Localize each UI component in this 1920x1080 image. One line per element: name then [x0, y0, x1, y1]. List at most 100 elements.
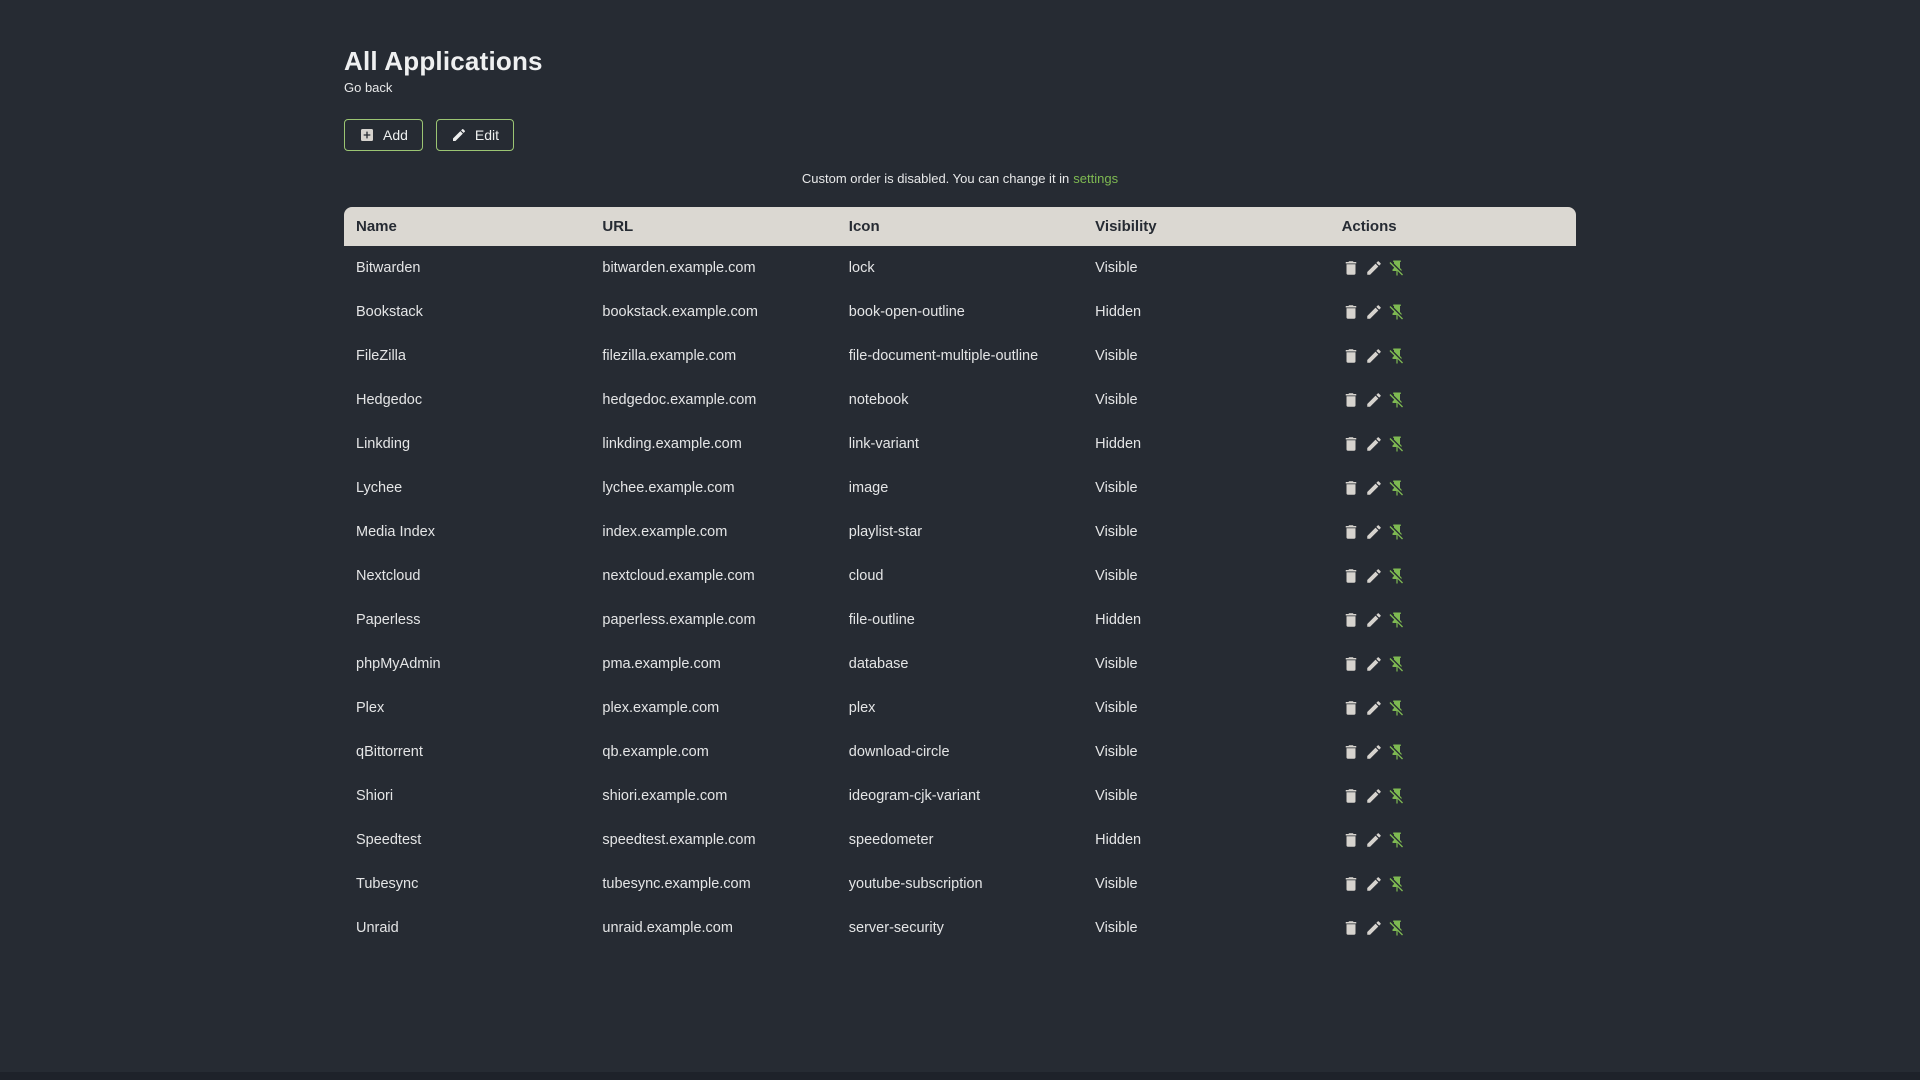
delete-icon[interactable] — [1342, 479, 1360, 497]
app-url-cell: unraid.example.com — [602, 920, 733, 936]
app-url-cell: hedgedoc.example.com — [602, 392, 757, 408]
pin-off-icon[interactable] — [1388, 347, 1406, 365]
app-visibility-cell: Visible — [1095, 348, 1138, 364]
table-row: Speedtest speedtest.example.com speedome… — [344, 818, 1576, 862]
delete-icon[interactable] — [1342, 567, 1360, 585]
app-actions-cell — [1330, 906, 1576, 950]
pin-off-icon[interactable] — [1388, 435, 1406, 453]
app-actions-cell — [1330, 774, 1576, 818]
app-name-cell: Lychee — [356, 480, 403, 496]
app-name-cell: Bookstack — [356, 304, 423, 320]
edit-icon[interactable] — [1365, 391, 1383, 409]
column-header-icon: Icon — [836, 207, 1084, 246]
settings-link[interactable]: settings — [1073, 171, 1118, 186]
delete-icon[interactable] — [1342, 611, 1360, 629]
pin-off-icon[interactable] — [1388, 743, 1406, 761]
app-icon-cell: youtube-subscription — [848, 876, 983, 892]
app-actions-cell — [1330, 466, 1576, 510]
pin-off-icon[interactable] — [1388, 875, 1406, 893]
app-icon-cell: speedometer — [848, 832, 934, 848]
delete-icon[interactable] — [1342, 831, 1360, 849]
pin-off-icon[interactable] — [1388, 919, 1406, 937]
pin-off-icon[interactable] — [1388, 831, 1406, 849]
app-actions-cell — [1330, 598, 1576, 642]
edit-icon[interactable] — [1365, 303, 1383, 321]
app-url-cell: plex.example.com — [602, 700, 720, 716]
delete-icon[interactable] — [1342, 743, 1360, 761]
delete-icon[interactable] — [1342, 699, 1360, 717]
table-row: Tubesync tubesync.example.com youtube-su… — [344, 862, 1576, 906]
pin-off-icon[interactable] — [1388, 567, 1406, 585]
table-row: phpMyAdmin pma.example.com database Visi… — [344, 642, 1576, 686]
pin-off-icon[interactable] — [1388, 655, 1406, 673]
edit-icon[interactable] — [1365, 435, 1383, 453]
edit-icon[interactable] — [1365, 919, 1383, 937]
pin-off-icon[interactable] — [1388, 699, 1406, 717]
delete-icon[interactable] — [1342, 919, 1360, 937]
app-actions-cell — [1330, 246, 1576, 290]
delete-icon[interactable] — [1342, 523, 1360, 541]
pin-off-icon[interactable] — [1388, 259, 1406, 277]
app-url-cell: nextcloud.example.com — [602, 568, 755, 584]
app-visibility-cell: Hidden — [1095, 612, 1142, 628]
column-header-url: URL — [590, 207, 837, 246]
edit-icon[interactable] — [1365, 743, 1383, 761]
delete-icon[interactable] — [1342, 655, 1360, 673]
delete-icon[interactable] — [1342, 435, 1360, 453]
edit-icon[interactable] — [1365, 787, 1383, 805]
edit-icon[interactable] — [1365, 347, 1383, 365]
app-url-cell: speedtest.example.com — [602, 832, 756, 848]
edit-icon[interactable] — [1365, 567, 1383, 585]
app-url-cell: index.example.com — [602, 524, 728, 540]
pin-off-icon[interactable] — [1388, 787, 1406, 805]
delete-icon[interactable] — [1342, 259, 1360, 277]
delete-icon[interactable] — [1342, 787, 1360, 805]
pin-off-icon[interactable] — [1388, 611, 1406, 629]
edit-icon[interactable] — [1365, 259, 1383, 277]
app-visibility-cell: Visible — [1095, 524, 1138, 540]
app-icon-cell: file-document-multiple-outline — [848, 348, 1039, 364]
table-row: Paperless paperless.example.com file-out… — [344, 598, 1576, 642]
edit-icon[interactable] — [1365, 611, 1383, 629]
edit-icon[interactable] — [1365, 699, 1383, 717]
go-back-link[interactable]: Go back — [344, 80, 392, 95]
app-name-cell: qBittorrent — [356, 744, 423, 760]
edit-icon[interactable] — [1365, 523, 1383, 541]
app-url-cell: bookstack.example.com — [602, 304, 758, 320]
app-icon-cell: playlist-star — [848, 524, 923, 540]
app-url-cell: linkding.example.com — [602, 436, 742, 452]
app-icon-cell: cloud — [848, 568, 884, 584]
app-actions-cell — [1330, 334, 1576, 378]
edit-button-label: Edit — [474, 127, 500, 143]
edit-icon[interactable] — [1365, 875, 1383, 893]
app-name-cell: Paperless — [356, 612, 421, 628]
table-row: Plex plex.example.com plex Visible — [344, 686, 1576, 730]
delete-icon[interactable] — [1342, 875, 1360, 893]
app-actions-cell — [1330, 730, 1576, 774]
edit-icon[interactable] — [1365, 479, 1383, 497]
pin-off-icon[interactable] — [1388, 391, 1406, 409]
app-icon-cell: link-variant — [848, 436, 919, 452]
app-name-cell: Plex — [356, 700, 385, 716]
delete-icon[interactable] — [1342, 347, 1360, 365]
app-url-cell: qb.example.com — [602, 744, 709, 760]
app-visibility-cell: Hidden — [1095, 436, 1142, 452]
table-row: Hedgedoc hedgedoc.example.com notebook V… — [344, 378, 1576, 422]
applications-table: Name URL Icon Visibility Actions Bitward… — [344, 207, 1576, 950]
pin-off-icon[interactable] — [1388, 303, 1406, 321]
table-row: Nextcloud nextcloud.example.com cloud Vi… — [344, 554, 1576, 598]
app-name-cell: FileZilla — [356, 348, 406, 364]
edit-button[interactable]: Edit — [435, 119, 515, 151]
edit-icon[interactable] — [1365, 655, 1383, 673]
delete-icon[interactable] — [1342, 303, 1360, 321]
app-url-cell: paperless.example.com — [602, 612, 756, 628]
pin-off-icon[interactable] — [1388, 523, 1406, 541]
app-url-cell: tubesync.example.com — [602, 876, 751, 892]
add-button-label: Add — [383, 127, 408, 143]
delete-icon[interactable] — [1342, 391, 1360, 409]
app-name-cell: Bitwarden — [356, 260, 421, 276]
add-button[interactable]: Add — [344, 119, 423, 151]
pin-off-icon[interactable] — [1388, 479, 1406, 497]
edit-icon[interactable] — [1365, 831, 1383, 849]
app-name-cell: Shiori — [356, 788, 394, 804]
